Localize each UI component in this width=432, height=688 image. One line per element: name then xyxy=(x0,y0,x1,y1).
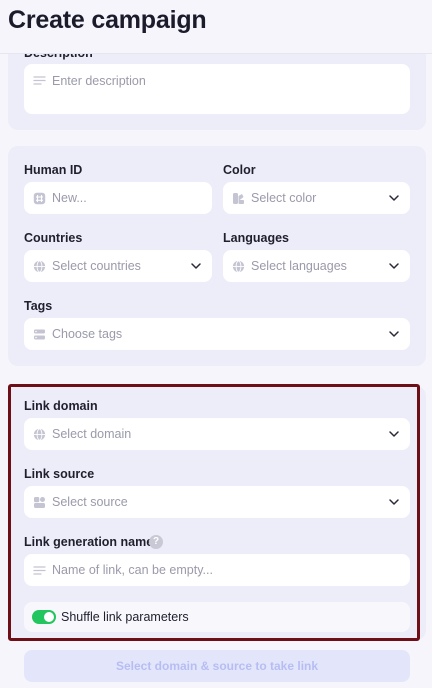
tags-label: Tags xyxy=(24,299,53,313)
shuffle-label: Shuffle link parameters xyxy=(61,610,189,624)
hash-icon xyxy=(33,192,46,204)
chevron-down-icon xyxy=(389,195,399,201)
link-source-select[interactable]: Select source xyxy=(24,486,410,518)
globe-icon xyxy=(33,259,46,273)
source-icon xyxy=(34,496,45,508)
chevron-down-icon xyxy=(389,499,399,505)
shuffle-row: Shuffle link parameters xyxy=(24,602,410,632)
globe-icon xyxy=(232,259,245,273)
tags-icon xyxy=(34,329,45,339)
link-generation-name-placeholder: Name of link, can be empty... xyxy=(52,563,213,577)
link-source-label: Link source xyxy=(24,467,95,481)
human-id-label: Human ID xyxy=(24,163,83,177)
chevron-down-icon xyxy=(389,431,399,437)
languages-select[interactable]: Select languages xyxy=(223,250,410,282)
palette-icon xyxy=(233,192,244,204)
link-domain-select[interactable]: Select domain xyxy=(24,418,410,450)
link-source-placeholder: Select source xyxy=(52,495,128,509)
chevron-down-icon xyxy=(191,263,201,269)
countries-label: Countries xyxy=(24,231,83,245)
color-placeholder: Select color xyxy=(251,191,317,205)
chevron-down-icon xyxy=(389,263,399,269)
text-lines-icon xyxy=(33,565,46,575)
description-input[interactable]: Enter description xyxy=(24,64,410,114)
chevron-down-icon xyxy=(389,331,399,337)
languages-label: Languages xyxy=(223,231,289,245)
description-placeholder: Enter description xyxy=(52,74,146,88)
take-link-button[interactable]: Select domain & source to take link xyxy=(24,650,410,682)
languages-placeholder: Select languages xyxy=(251,259,347,273)
globe-icon xyxy=(33,427,46,441)
link-generation-name-label: Link generation name xyxy=(24,535,154,549)
link-domain-placeholder: Select domain xyxy=(52,427,132,441)
text-lines-icon xyxy=(33,76,46,85)
toggle-knob xyxy=(44,612,54,622)
page-header: Create campaign xyxy=(0,0,432,54)
color-label: Color xyxy=(223,163,256,177)
help-icon[interactable]: ? xyxy=(149,535,163,549)
tags-select[interactable]: Choose tags xyxy=(24,318,410,350)
human-id-input[interactable]: New... xyxy=(24,182,212,214)
human-id-placeholder: New... xyxy=(52,191,87,205)
color-select[interactable]: Select color xyxy=(223,182,410,214)
link-generation-name-input[interactable]: Name of link, can be empty... xyxy=(24,554,410,586)
link-domain-label: Link domain xyxy=(24,399,98,413)
countries-select[interactable]: Select countries xyxy=(24,250,212,282)
create-campaign-page: Description Enter description Create cam… xyxy=(0,0,432,688)
page-title: Create campaign xyxy=(8,6,207,34)
countries-placeholder: Select countries xyxy=(52,259,141,273)
tags-placeholder: Choose tags xyxy=(52,327,123,341)
shuffle-toggle[interactable] xyxy=(32,610,56,624)
campaign-details-card: Human ID New... Color Select color Count… xyxy=(8,146,426,366)
